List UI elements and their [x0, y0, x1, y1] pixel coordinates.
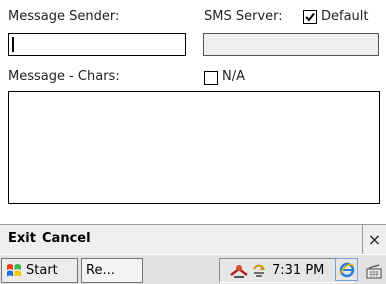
clock[interactable]: 7:31 PM [272, 263, 324, 278]
sms-server-input[interactable] [203, 33, 379, 56]
checkmark-icon [305, 12, 315, 22]
start-label: Start [26, 263, 58, 278]
start-button[interactable]: Start [1, 258, 78, 283]
taskbar-app-button[interactable]: Re... [81, 258, 143, 283]
windows-flag-icon [7, 263, 21, 276]
system-tray: 7:31 PM [219, 258, 353, 283]
na-checkbox-label[interactable]: N/A [222, 69, 245, 85]
message-sender-label: Message Sender: [8, 9, 120, 24]
message-sender-input[interactable] [8, 33, 186, 56]
close-icon: × [367, 230, 382, 249]
close-button[interactable]: × [362, 225, 386, 254]
cancel-command[interactable]: Cancel [42, 225, 91, 253]
default-checkbox-label[interactable]: Default [321, 9, 369, 25]
message-chars-label: Message - Chars: [8, 69, 120, 84]
input-panel-button[interactable] [363, 258, 385, 283]
exit-command[interactable]: Exit [8, 225, 36, 253]
taskbar-app-label: Re... [86, 263, 115, 278]
internet-explorer-icon [338, 262, 354, 277]
default-checkbox[interactable] [303, 10, 317, 24]
na-checkbox[interactable] [204, 71, 218, 85]
sms-server-label: SMS Server: [204, 9, 283, 24]
internet-explorer-button[interactable] [335, 258, 358, 281]
command-bar: Exit Cancel × [0, 224, 386, 254]
message-textarea[interactable] [8, 91, 380, 204]
sync-icon[interactable] [251, 261, 267, 279]
taskbar: Start Re... 7:31 PM [0, 254, 386, 284]
keyboard-icon [366, 263, 382, 278]
network-icon[interactable] [229, 263, 249, 279]
text-caret [12, 37, 14, 52]
